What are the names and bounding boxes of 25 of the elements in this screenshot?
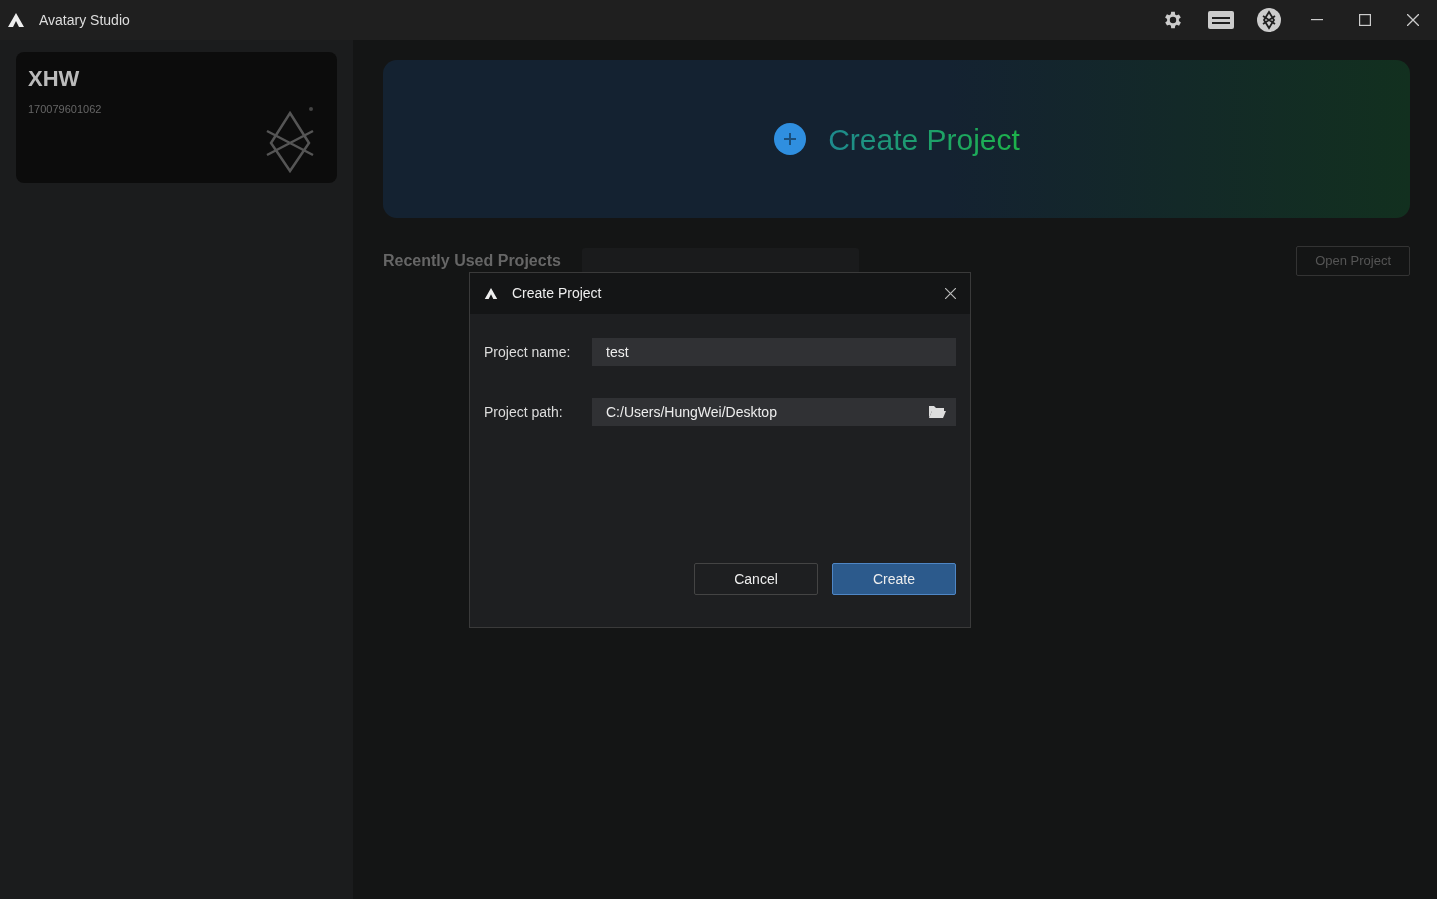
maximize-icon[interactable] [1359, 14, 1371, 26]
keyboard-icon[interactable] [1207, 10, 1235, 30]
close-icon[interactable] [945, 288, 956, 299]
close-icon[interactable] [1407, 14, 1419, 26]
cancel-button[interactable]: Cancel [694, 563, 818, 595]
create-project-banner[interactable]: Create Project [383, 60, 1410, 218]
dialog-title: Create Project [512, 284, 602, 303]
text-field[interactable]: test [592, 338, 956, 366]
settings-icon[interactable] [1162, 9, 1184, 31]
app-logo-icon [7, 12, 25, 28]
account-id: 170079601062 [28, 102, 102, 117]
field-label: Project path: [484, 402, 564, 422]
folder-icon[interactable] [928, 405, 946, 419]
app-logo-icon [484, 287, 498, 300]
create-button[interactable]: Create [832, 563, 956, 595]
plus-circle-icon [773, 122, 808, 156]
minimize-icon[interactable] [1311, 19, 1323, 21]
section-heading: Recently Used Projects [383, 250, 561, 271]
account-name: XHW [28, 65, 80, 93]
path-field[interactable]: C:/Users/HungWei/Desktop [592, 398, 956, 426]
field-label: Project name: [484, 342, 572, 362]
avatar-logo-icon[interactable] [1257, 8, 1281, 32]
account-card[interactable]: XHW 170079601062 [16, 52, 337, 183]
window-title: Avatary Studio [39, 10, 130, 30]
search-field[interactable] [581, 247, 859, 274]
